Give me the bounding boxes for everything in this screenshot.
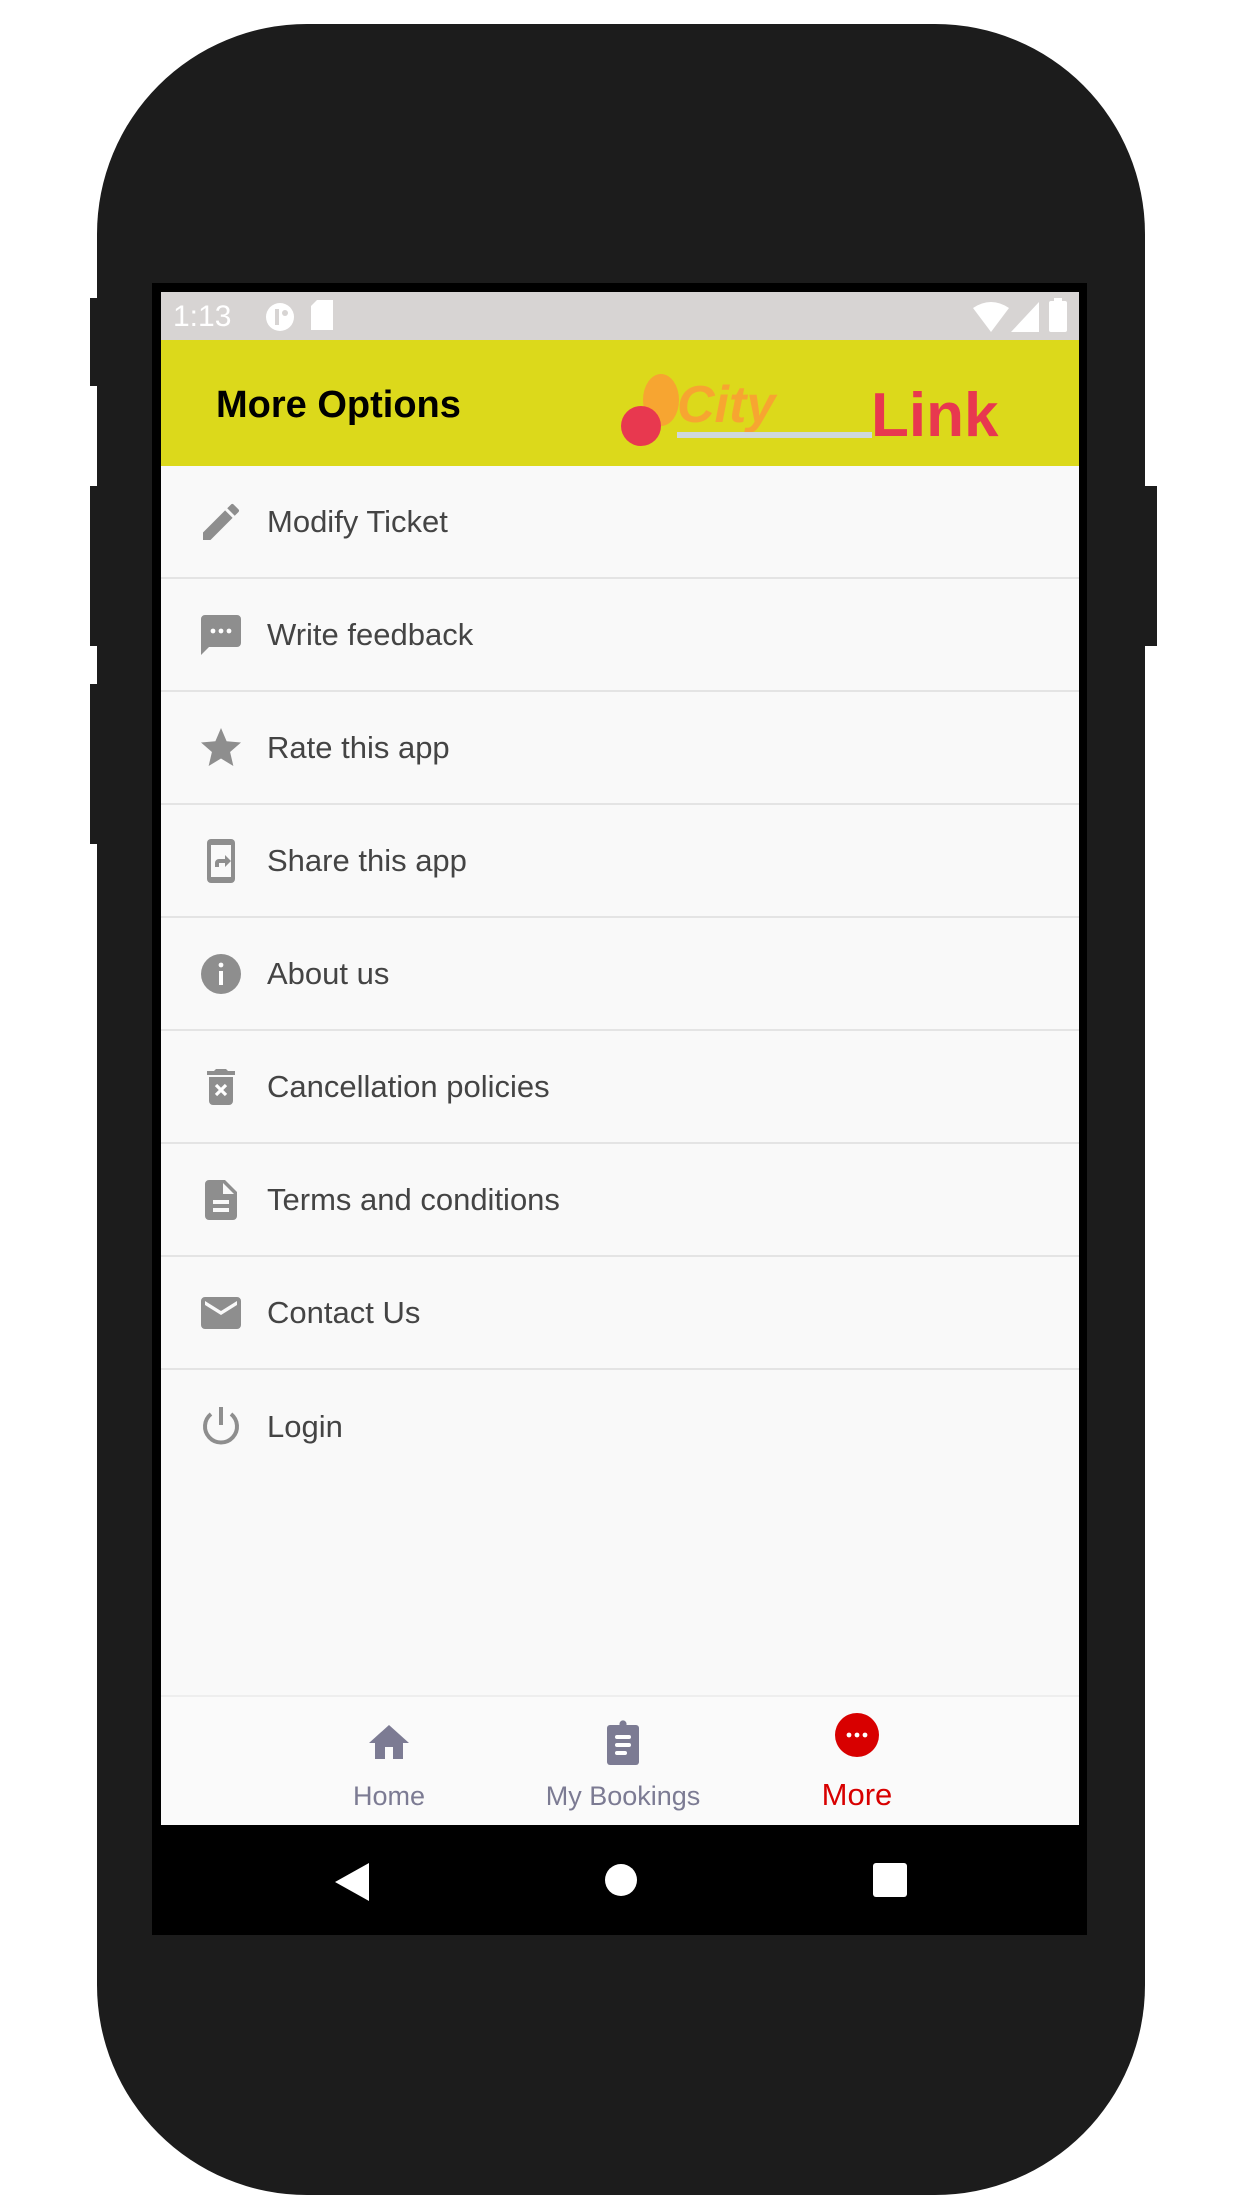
menu-item-label: Cancellation policies bbox=[267, 1068, 550, 1104]
bottom-nav: Home My Bookings More bbox=[161, 1695, 1079, 1825]
notification-icon bbox=[266, 303, 294, 331]
menu-item-rate-app[interactable]: Rate this app bbox=[161, 692, 1079, 805]
tab-my-bookings[interactable]: My Bookings bbox=[523, 1697, 723, 1825]
power-button bbox=[1144, 486, 1157, 646]
delete-icon bbox=[207, 1068, 235, 1105]
menu-item-label: Write feedback bbox=[267, 616, 474, 652]
side-button bbox=[90, 298, 98, 386]
signal-icon bbox=[1011, 302, 1039, 332]
mail-icon bbox=[201, 1296, 241, 1329]
citylink-logo: City Link bbox=[621, 374, 999, 450]
volume-up-button bbox=[90, 486, 98, 646]
menu-item-modify-ticket[interactable]: Modify Ticket bbox=[161, 466, 1079, 579]
menu-item-label: Modify Ticket bbox=[267, 503, 448, 539]
more-icon bbox=[835, 1713, 879, 1757]
feedback-icon bbox=[201, 614, 241, 655]
sd-card-icon bbox=[311, 300, 333, 330]
battery-icon bbox=[1049, 298, 1067, 332]
menu-item-share-app[interactable]: Share this app bbox=[161, 805, 1079, 918]
menu-item-terms-and-conditions[interactable]: Terms and conditions bbox=[161, 1144, 1079, 1257]
tab-label: Home bbox=[352, 1781, 426, 1811]
menu-item-label: Rate this app bbox=[267, 729, 450, 765]
menu-item-label: Contact Us bbox=[267, 1294, 421, 1330]
star-icon bbox=[201, 727, 241, 766]
tab-label: My Bookings bbox=[545, 1781, 701, 1811]
wifi-icon bbox=[973, 302, 1009, 332]
menu-item-contact-us[interactable]: Contact Us bbox=[161, 1257, 1079, 1370]
menu-list: Modify Ticket Write feedback Rate this a… bbox=[161, 466, 1079, 1483]
recents-icon[interactable] bbox=[873, 1863, 907, 1897]
tab-home[interactable]: Home bbox=[289, 1697, 489, 1825]
menu-item-label: Share this app bbox=[267, 842, 467, 878]
info-icon bbox=[201, 953, 241, 994]
app-header: More Options City Link bbox=[161, 340, 1079, 466]
pencil-icon bbox=[203, 503, 239, 540]
menu-item-label: About us bbox=[267, 955, 390, 991]
screen: 1:13 More Options City Link Modify Ticke… bbox=[161, 292, 1079, 1825]
home-button-icon[interactable] bbox=[604, 1863, 638, 1897]
clipboard-icon bbox=[607, 1720, 639, 1765]
menu-item-write-feedback[interactable]: Write feedback bbox=[161, 579, 1079, 692]
menu-item-about-us[interactable]: About us bbox=[161, 918, 1079, 1031]
svg-text:Link: Link bbox=[871, 381, 999, 450]
menu-item-label: Login bbox=[267, 1408, 343, 1444]
status-bar: 1:13 bbox=[161, 292, 1079, 340]
home-icon bbox=[369, 1725, 409, 1759]
tab-more[interactable]: More bbox=[757, 1697, 957, 1825]
back-icon[interactable] bbox=[335, 1863, 369, 1901]
share-phone-icon bbox=[207, 838, 235, 883]
volume-down-button bbox=[90, 684, 98, 844]
menu-item-login[interactable]: Login bbox=[161, 1370, 1079, 1483]
menu-item-cancellation-policies[interactable]: Cancellation policies bbox=[161, 1031, 1079, 1144]
document-icon bbox=[205, 1179, 237, 1220]
page-title: More Options bbox=[216, 384, 461, 426]
system-nav-bar bbox=[161, 1825, 1079, 1935]
menu-item-label: Terms and conditions bbox=[267, 1181, 560, 1217]
status-time: 1:13 bbox=[173, 300, 232, 333]
svg-text:City: City bbox=[677, 376, 778, 434]
power-icon bbox=[203, 1406, 239, 1444]
tab-label: More bbox=[821, 1777, 893, 1812]
